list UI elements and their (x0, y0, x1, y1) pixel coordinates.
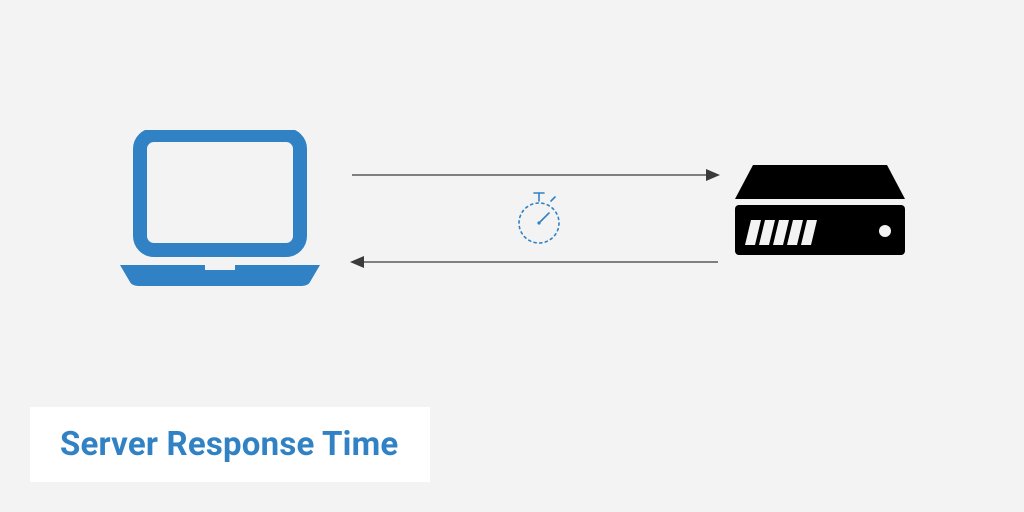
title-panel: Server Response Time (30, 407, 430, 482)
server-icon (735, 165, 905, 260)
laptop-icon (120, 130, 320, 290)
arrow-response (350, 252, 720, 272)
diagram-stage: Server Response Time (0, 0, 1024, 512)
stopwatch-icon (517, 191, 561, 247)
page-title: Server Response Time (60, 425, 398, 464)
arrow-request (350, 165, 720, 185)
